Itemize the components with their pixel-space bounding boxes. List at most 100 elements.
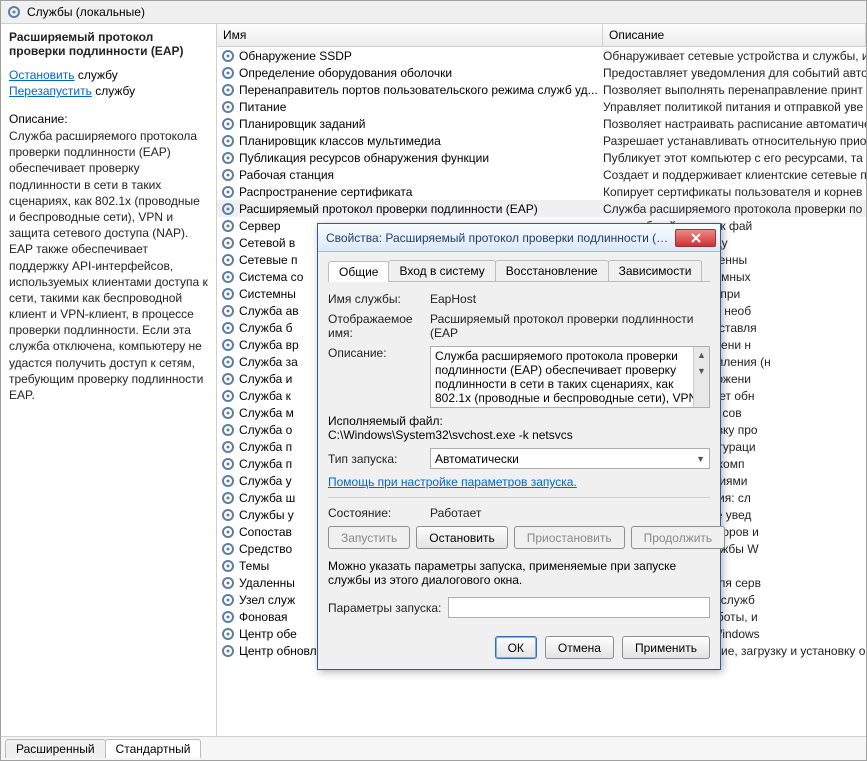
tab-extended[interactable]: Расширенный	[5, 739, 106, 758]
dialog-tabs: Общие Вход в систему Восстановление Зави…	[328, 260, 710, 282]
scroll-up-icon[interactable]: ▲	[694, 347, 709, 363]
restart-suffix: службу	[92, 84, 135, 98]
desc-content: Служба расширяемого протокола проверки п…	[435, 349, 697, 408]
service-row[interactable]: Обнаружение SSDP Обнаруживает сетевые уст…	[217, 47, 866, 64]
restart-link[interactable]: Перезапустить	[9, 84, 92, 98]
gear-icon	[221, 610, 235, 624]
service-row[interactable]: Расширяемый протокол проверки подлинност…	[217, 200, 866, 217]
gear-icon	[221, 559, 235, 573]
gear-icon	[221, 219, 235, 233]
service-name: Расширяемый протокол проверки подлинност…	[239, 202, 538, 216]
service-name: Планировщик заданий	[239, 117, 365, 131]
tab-logon[interactable]: Вход в систему	[388, 260, 495, 281]
gear-icon	[221, 66, 235, 80]
service-name: Служба б	[239, 321, 292, 335]
lbl-display-name: Отображаемое имя:	[328, 312, 430, 340]
gear-icon	[221, 270, 235, 284]
apply-button[interactable]: Применить	[622, 636, 710, 659]
service-name: Сетевые п	[239, 253, 297, 267]
gear-icon	[221, 644, 235, 658]
service-name: Служба о	[239, 423, 292, 437]
startup-select[interactable]: Автоматически ▼	[430, 448, 710, 469]
service-name: Служба м	[239, 406, 294, 420]
service-desc: Позволяет настраивать расписание автомат…	[603, 117, 866, 131]
startup-value: Автоматически	[435, 452, 519, 466]
start-button: Запустить	[328, 526, 410, 549]
scroll-down-icon[interactable]: ▼	[694, 363, 709, 379]
desc-label: Описание:	[9, 112, 208, 126]
service-name: Служба и	[239, 372, 292, 386]
gear-icon	[221, 457, 235, 471]
scrollbar[interactable]: ▲ ▼	[693, 347, 709, 407]
ok-button[interactable]: ОК	[495, 636, 537, 659]
service-name: Рабочая станция	[239, 168, 334, 182]
gear-icon	[221, 593, 235, 607]
gear-icon	[221, 372, 235, 386]
val-exe: C:\Windows\System32\svchost.exe -k netsv…	[328, 428, 573, 442]
service-desc: Предоставляет уведомления для событий ав…	[603, 66, 866, 80]
service-row[interactable]: Распространение сертификатаКопирует серт…	[217, 183, 866, 200]
gear-icon	[221, 542, 235, 556]
service-name: Служба п	[239, 440, 292, 454]
dialog-title: Свойства: Расширяемый протокол проверки …	[326, 231, 675, 245]
stop-link[interactable]: Остановить	[9, 68, 75, 82]
tab-general[interactable]: Общие	[328, 261, 389, 282]
service-name: Определение оборудования оболочки	[239, 66, 452, 80]
params-input	[448, 597, 710, 618]
gear-icon	[221, 202, 235, 216]
tab-deps[interactable]: Зависимости	[608, 260, 703, 281]
service-row[interactable]: Определение оборудования оболочки Предост…	[217, 64, 866, 81]
gear-icon	[221, 576, 235, 590]
service-row[interactable]: Перенаправитель портов пользовательского…	[217, 81, 866, 98]
properties-dialog: Свойства: Расширяемый протокол проверки …	[317, 223, 721, 670]
gear-icon	[221, 117, 235, 131]
service-name: Служба за	[239, 355, 298, 369]
col-desc[interactable]: Описание	[603, 24, 866, 46]
gear-icon	[7, 5, 21, 19]
service-name: Обнаружение SSDP	[239, 49, 352, 63]
service-name: Публикация ресурсов обнаружения функции	[239, 151, 489, 165]
dialog-titlebar[interactable]: Свойства: Расширяемый протокол проверки …	[318, 224, 720, 252]
startup-help-link[interactable]: Помощь при настройке параметров запуска.	[328, 475, 577, 489]
service-row[interactable]: Планировщик классов мультимедиаРазрешает…	[217, 132, 866, 149]
service-desc: Копирует сертификаты пользователя и корн…	[603, 185, 866, 199]
service-desc: Разрешает устанавливать относительную пр…	[603, 134, 866, 148]
desc-text: Служба расширяемого протокола проверки п…	[9, 128, 208, 403]
col-name[interactable]: Имя	[217, 24, 603, 46]
service-row[interactable]: Публикация ресурсов обнаружения функцииП…	[217, 149, 866, 166]
service-name: Системны	[239, 287, 296, 301]
cancel-button[interactable]: Отмена	[545, 636, 614, 659]
val-display-name: Расширяемый протокол проверки подлинност…	[430, 312, 710, 340]
service-name: Удаленны	[239, 576, 295, 590]
desc-textarea[interactable]: Служба расширяемого протокола проверки п…	[430, 346, 710, 408]
service-desc: Обнаруживает сетевые устройства и службы…	[603, 49, 866, 63]
gear-icon	[221, 236, 235, 250]
service-row[interactable]: Рабочая станцияСоздает и поддерживает кл…	[217, 166, 866, 183]
gear-icon	[221, 287, 235, 301]
gear-icon	[221, 168, 235, 182]
lbl-exe: Исполняемый файл:	[328, 414, 443, 428]
service-desc: Позволяет выполнять перенаправление прин…	[603, 83, 866, 97]
stop-button[interactable]: Остановить	[416, 526, 508, 549]
gear-icon	[221, 491, 235, 505]
gear-icon	[221, 100, 235, 114]
titlebar: Службы (локальные)	[1, 1, 866, 24]
params-hint: Можно указать параметры запуска, применя…	[328, 559, 710, 587]
service-name: Служба вр	[239, 338, 299, 352]
service-row[interactable]: Планировщик заданий Позволяет настраивать…	[217, 115, 866, 132]
gear-icon	[221, 355, 235, 369]
service-row[interactable]: ПитаниеУправляет политикой питания и отп…	[217, 98, 866, 115]
gear-icon	[221, 440, 235, 454]
gear-icon	[221, 151, 235, 165]
stop-suffix: службу	[75, 68, 118, 82]
service-desc: Служба расширяемого протокола проверки п…	[603, 202, 866, 216]
tab-standard[interactable]: Стандартный	[105, 739, 202, 758]
service-name: Сопостав	[239, 525, 292, 539]
service-name: Система со	[239, 270, 303, 284]
close-button[interactable]	[675, 229, 716, 247]
tab-recovery[interactable]: Восстановление	[495, 260, 609, 281]
gear-icon	[221, 321, 235, 335]
lbl-service-name: Имя службы:	[328, 292, 430, 306]
lbl-startup: Тип запуска:	[328, 452, 430, 466]
service-name: Питание	[239, 100, 286, 114]
